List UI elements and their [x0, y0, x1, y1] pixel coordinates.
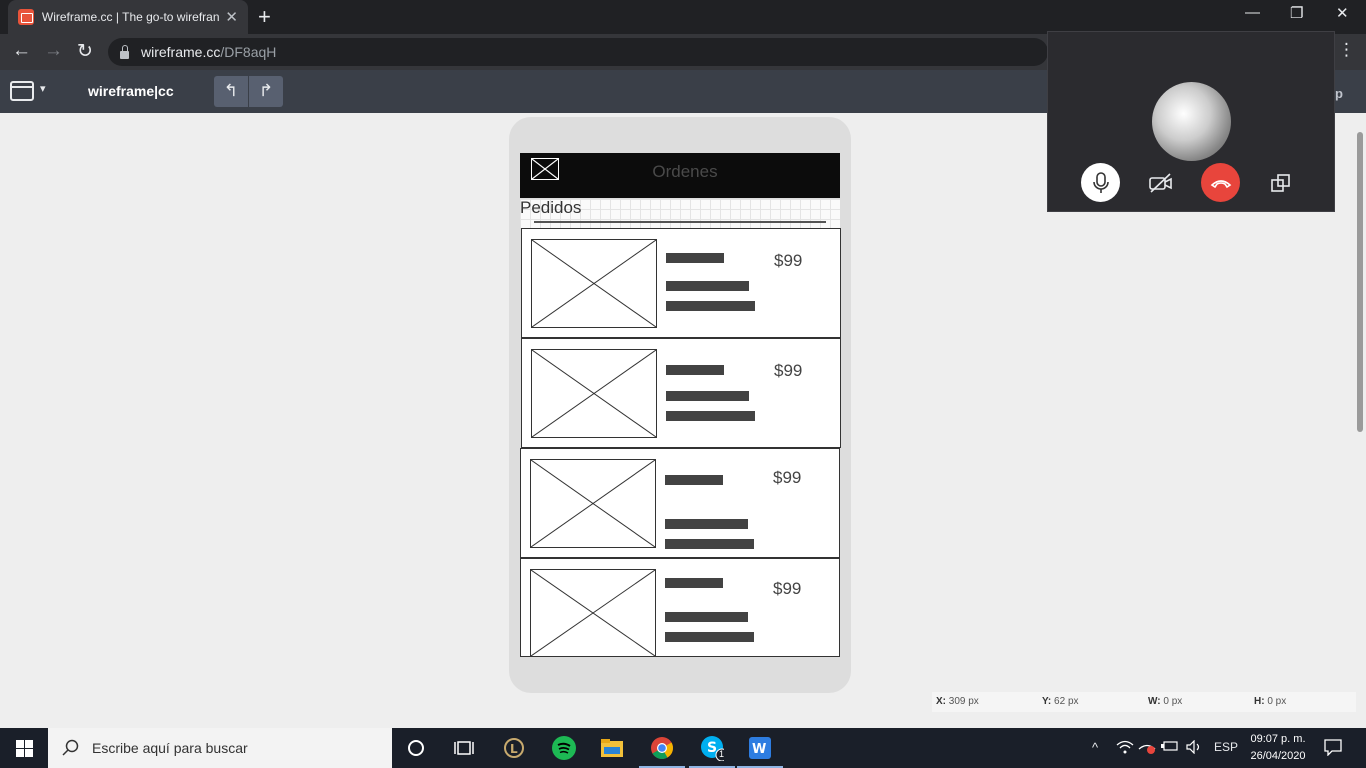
text-placeholder — [666, 411, 755, 421]
camera-off-icon[interactable] — [1141, 163, 1180, 202]
section-label[interactable]: Pedidos — [520, 198, 581, 218]
forward-arrow-icon[interactable]: → — [44, 40, 63, 62]
microphone-icon[interactable] — [1081, 163, 1120, 202]
windows-taskbar: Escribe aquí para buscar L S 1 W ^ ESP 0… — [0, 728, 1366, 768]
minimize-button[interactable]: — — [1245, 4, 1260, 21]
spotify-icon[interactable] — [552, 736, 576, 760]
browser-tab-strip: Wireframe.cc | The go-to wirefran ✕ + — … — [0, 0, 1366, 34]
text-placeholder — [665, 632, 754, 642]
skype-icon[interactable]: S 1 — [700, 736, 725, 761]
svg-text:L: L — [510, 742, 518, 756]
redo-button[interactable]: ↱ — [249, 76, 283, 107]
image-placeholder-icon — [531, 349, 657, 438]
help-link[interactable]: p — [1335, 86, 1343, 101]
text-placeholder — [665, 539, 754, 549]
tab-close-icon[interactable]: ✕ — [225, 8, 238, 26]
language-indicator[interactable]: ESP — [1214, 740, 1238, 754]
notifications-icon[interactable] — [1324, 738, 1342, 759]
text-placeholder — [666, 301, 755, 311]
y-readout: Y: 62 px — [1042, 696, 1079, 707]
app-logo: wireframe|cc — [88, 83, 174, 99]
url-path: /DF8aqH — [220, 44, 277, 60]
lock-icon — [120, 44, 129, 59]
image-placeholder-icon — [530, 569, 656, 657]
wps-writer-icon[interactable]: W — [748, 736, 772, 760]
back-arrow-icon[interactable]: ← — [12, 40, 31, 62]
text-placeholder — [665, 578, 723, 588]
cortana-icon[interactable] — [404, 736, 428, 760]
url-host: wireframe.cc — [141, 44, 221, 60]
search-icon — [62, 739, 79, 756]
svg-text:S: S — [707, 740, 717, 756]
text-placeholder — [665, 612, 748, 622]
address-bar[interactable]: wireframe.cc /DF8aqH — [108, 38, 1048, 66]
search-placeholder: Escribe aquí para buscar — [92, 740, 248, 756]
order-card[interactable]: $99 — [520, 558, 840, 657]
order-card[interactable]: $99 — [521, 338, 841, 448]
browser-tab[interactable]: Wireframe.cc | The go-to wirefran ✕ — [8, 0, 248, 34]
w-readout: W: 0 px — [1148, 696, 1183, 707]
element-coordinates-readout: X: 309 px Y: 62 px W: 0 px H: 0 px — [932, 692, 1356, 712]
page-view-icon[interactable] — [10, 81, 34, 101]
taskbar-clock[interactable]: 09:07 p. m. 26/04/2020 — [1240, 731, 1316, 765]
close-window-button[interactable]: ✕ — [1336, 4, 1349, 22]
network-error-icon[interactable] — [1138, 740, 1156, 757]
page-scrollbar[interactable] — [1357, 132, 1363, 432]
text-placeholder — [665, 519, 748, 529]
price-label: $99 — [773, 579, 802, 598]
caller-avatar — [1152, 82, 1231, 161]
x-readout: X: 309 px — [936, 696, 979, 707]
hang-up-icon[interactable] — [1201, 163, 1240, 202]
text-placeholder — [666, 391, 749, 401]
task-view-icon[interactable] — [452, 736, 476, 760]
text-placeholder — [666, 281, 749, 291]
svg-text:W: W — [752, 742, 766, 757]
mail-icon[interactable] — [531, 158, 559, 180]
price-label: $99 — [773, 468, 802, 487]
image-placeholder-icon — [530, 459, 656, 548]
header-title[interactable]: Ordenes — [560, 162, 810, 182]
file-explorer-icon[interactable] — [600, 736, 624, 760]
taskbar-search-input[interactable]: Escribe aquí para buscar — [48, 728, 392, 768]
price-label: $99 — [774, 361, 803, 380]
chrome-icon[interactable] — [650, 736, 674, 760]
undo-redo-group: ↰ ↱ — [214, 76, 283, 107]
tab-title: Wireframe.cc | The go-to wirefran — [41, 10, 220, 24]
maximize-button[interactable]: ❐ — [1290, 4, 1303, 22]
section-divider[interactable] — [534, 221, 826, 223]
clock-date: 26/04/2020 — [1250, 750, 1306, 762]
wireframe-favicon-icon — [18, 9, 34, 25]
windows-start-icon[interactable] — [0, 728, 48, 768]
new-tab-button[interactable]: + — [258, 4, 271, 30]
volume-icon[interactable] — [1185, 739, 1203, 757]
skype-badge: 1 — [719, 749, 725, 759]
h-readout: H: 0 px — [1254, 696, 1287, 707]
wifi-icon[interactable] — [1116, 740, 1134, 757]
text-placeholder — [665, 475, 723, 485]
reload-icon[interactable]: ↻ — [77, 40, 93, 63]
chevron-up-icon[interactable]: ^ — [1092, 740, 1098, 755]
text-placeholder — [666, 253, 724, 263]
image-placeholder-icon — [531, 239, 657, 328]
chevron-down-icon[interactable]: ▾ — [40, 82, 46, 95]
order-card[interactable]: $99 — [520, 448, 840, 558]
video-call-overlay — [1047, 31, 1335, 212]
clock-time: 09:07 p. m. — [1250, 733, 1306, 745]
text-placeholder — [666, 365, 724, 375]
popout-icon[interactable] — [1261, 163, 1300, 202]
undo-button[interactable]: ↰ — [214, 76, 249, 107]
league-of-legends-icon[interactable]: L — [502, 736, 526, 760]
price-label: $99 — [774, 251, 803, 270]
order-card[interactable]: $99 — [521, 228, 841, 338]
browser-menu-icon[interactable]: ⋮ — [1338, 40, 1355, 60]
battery-icon[interactable] — [1161, 740, 1179, 755]
